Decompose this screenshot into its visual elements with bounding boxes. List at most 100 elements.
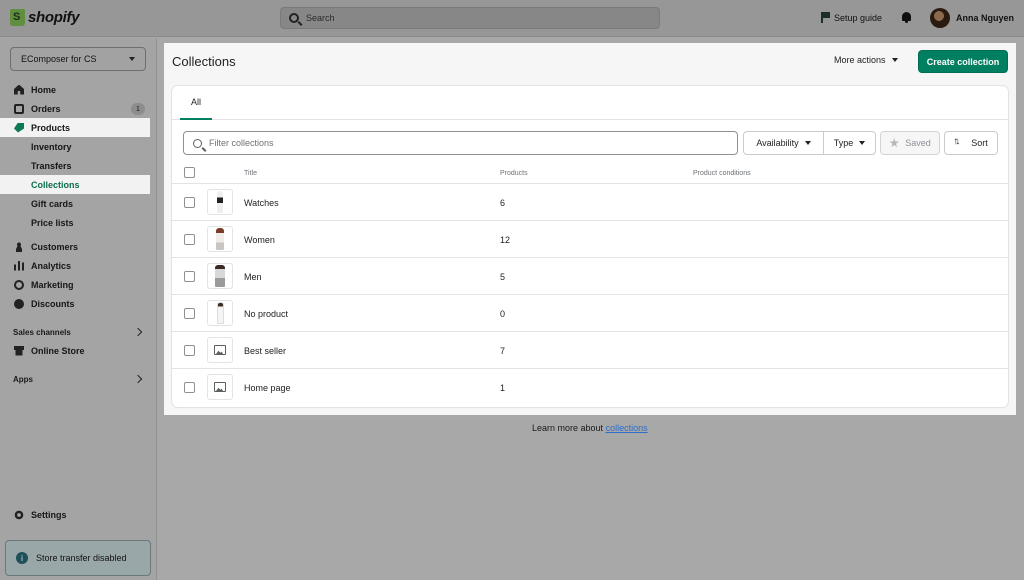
filter-collections-input[interactable]: Filter collections [183, 131, 738, 155]
learn-more-text: Learn more about collections [532, 423, 648, 433]
caret-down-icon [859, 141, 866, 145]
collection-thumbnail [207, 374, 233, 400]
sidebar-item-marketing[interactable]: Marketing [0, 275, 150, 294]
bell-icon[interactable] [901, 12, 912, 23]
collection-thumbnail [207, 300, 233, 326]
sidebar-item-label: Home [31, 84, 57, 95]
sidebar-item-price-lists[interactable]: Price lists [0, 213, 150, 232]
product-photo [215, 265, 225, 287]
tab-bar: All [172, 86, 1008, 120]
row-checkbox[interactable] [184, 197, 195, 208]
table-row[interactable]: Women 12 [172, 221, 1008, 258]
availability-filter-button[interactable]: Availability [743, 131, 824, 155]
caret-down-icon [129, 57, 135, 61]
info-icon: i [16, 552, 28, 564]
sidebar-item-transfers[interactable]: Transfers [0, 156, 150, 175]
product-count: 12 [500, 235, 511, 245]
search-placeholder: Search [306, 13, 335, 23]
column-product-conditions: Product conditions [693, 170, 751, 177]
orders-icon [14, 103, 24, 114]
discount-icon [14, 298, 24, 309]
sidebar-item-label: Gift cards [31, 198, 74, 209]
row-checkbox[interactable] [184, 234, 195, 245]
user-menu[interactable]: Anna Nguyen [930, 8, 1014, 28]
collection-title[interactable]: Women [244, 235, 275, 245]
setup-guide-button[interactable]: Setup guide [821, 12, 882, 23]
user-name: Anna Nguyen [956, 13, 1015, 23]
tab-all[interactable]: All [180, 86, 212, 120]
sidebar-item-label: Marketing [31, 279, 74, 290]
sidebar-item-label: Inventory [31, 141, 72, 152]
search-input[interactable]: Search [280, 7, 660, 29]
saved-label: Saved [905, 138, 931, 148]
product-photo [216, 302, 224, 324]
sidebar-item-label: Customers [31, 241, 79, 252]
sidebar-item-online-store[interactable]: Online Store [0, 341, 150, 360]
table-row[interactable]: No product 0 [172, 295, 1008, 332]
row-checkbox[interactable] [184, 382, 195, 393]
bar-chart-icon [14, 260, 24, 271]
sidebar-item-home[interactable]: Home [0, 80, 150, 99]
row-checkbox[interactable] [184, 271, 195, 282]
sidebar-item-products[interactable]: Products [0, 118, 150, 137]
sidebar-item-analytics[interactable]: Analytics [0, 256, 150, 275]
create-collection-button[interactable]: Create collection [918, 50, 1008, 73]
sidebar-item-label: Collections [31, 179, 80, 190]
sidebar: EComposer for CS Home Orders 1 Products … [0, 38, 157, 580]
chevron-right-icon[interactable] [133, 327, 143, 337]
type-label: Type [833, 138, 854, 148]
collection-title[interactable]: Watches [244, 198, 279, 208]
table-row[interactable]: Best seller 7 [172, 332, 1008, 369]
avatar [930, 8, 950, 28]
sidebar-item-inventory[interactable]: Inventory [0, 137, 150, 156]
tag-icon [14, 122, 24, 133]
store-transfer-label: Store transfer disabled [36, 553, 127, 563]
target-icon [14, 279, 24, 290]
table-row[interactable]: Home page 1 [172, 369, 1008, 406]
sort-button[interactable]: Sort [944, 131, 998, 155]
product-photo [216, 228, 224, 250]
type-filter-button[interactable]: Type [823, 131, 876, 155]
chevron-right-icon[interactable] [133, 374, 143, 384]
store-selector[interactable]: EComposer for CS [10, 47, 146, 71]
sidebar-item-settings[interactable]: Settings [0, 505, 150, 524]
collection-title[interactable]: Home page [244, 383, 291, 393]
product-count: 7 [500, 346, 506, 356]
collection-title[interactable]: Best seller [244, 346, 286, 356]
sidebar-item-label: Products [31, 122, 71, 133]
sidebar-item-orders[interactable]: Orders 1 [0, 99, 150, 118]
table-row[interactable]: Men 5 [172, 258, 1008, 295]
gear-icon [14, 509, 24, 520]
search-icon [193, 138, 202, 148]
sidebar-item-collections[interactable]: Collections [0, 175, 150, 194]
row-checkbox[interactable] [184, 345, 195, 356]
column-title: Title [244, 170, 257, 177]
table-row[interactable]: Watches 6 [172, 184, 1008, 221]
collection-title[interactable]: No product [244, 309, 288, 319]
caret-down-icon [891, 58, 898, 62]
collections-help-link[interactable]: collections [606, 423, 648, 433]
store-transfer-notice[interactable]: i Store transfer disabled [5, 540, 151, 576]
sidebar-item-label: Analytics [31, 260, 72, 271]
row-checkbox[interactable] [184, 308, 195, 319]
more-actions-button[interactable]: More actions [834, 55, 898, 65]
sidebar-item-gift-cards[interactable]: Gift cards [0, 194, 150, 213]
page-title: Collections [172, 54, 236, 69]
product-count: 5 [500, 272, 506, 282]
learn-more-label: Learn more about [532, 423, 604, 433]
image-placeholder-icon [214, 345, 226, 355]
sidebar-item-customers[interactable]: Customers [0, 237, 150, 256]
shopify-bag-icon [10, 9, 25, 26]
availability-label: Availability [756, 138, 799, 148]
logo-text: shopify [28, 9, 80, 26]
shopify-logo[interactable]: shopify [10, 9, 80, 26]
sort-icon [953, 136, 965, 148]
product-count: 6 [500, 198, 506, 208]
select-all-checkbox[interactable] [184, 167, 195, 178]
sidebar-item-label: Price lists [31, 217, 74, 228]
store-name: EComposer for CS [21, 54, 97, 64]
product-count: 1 [500, 383, 506, 393]
sidebar-item-discounts[interactable]: Discounts [0, 294, 150, 313]
collection-title[interactable]: Men [244, 272, 262, 282]
saved-button[interactable]: Saved [880, 131, 940, 155]
